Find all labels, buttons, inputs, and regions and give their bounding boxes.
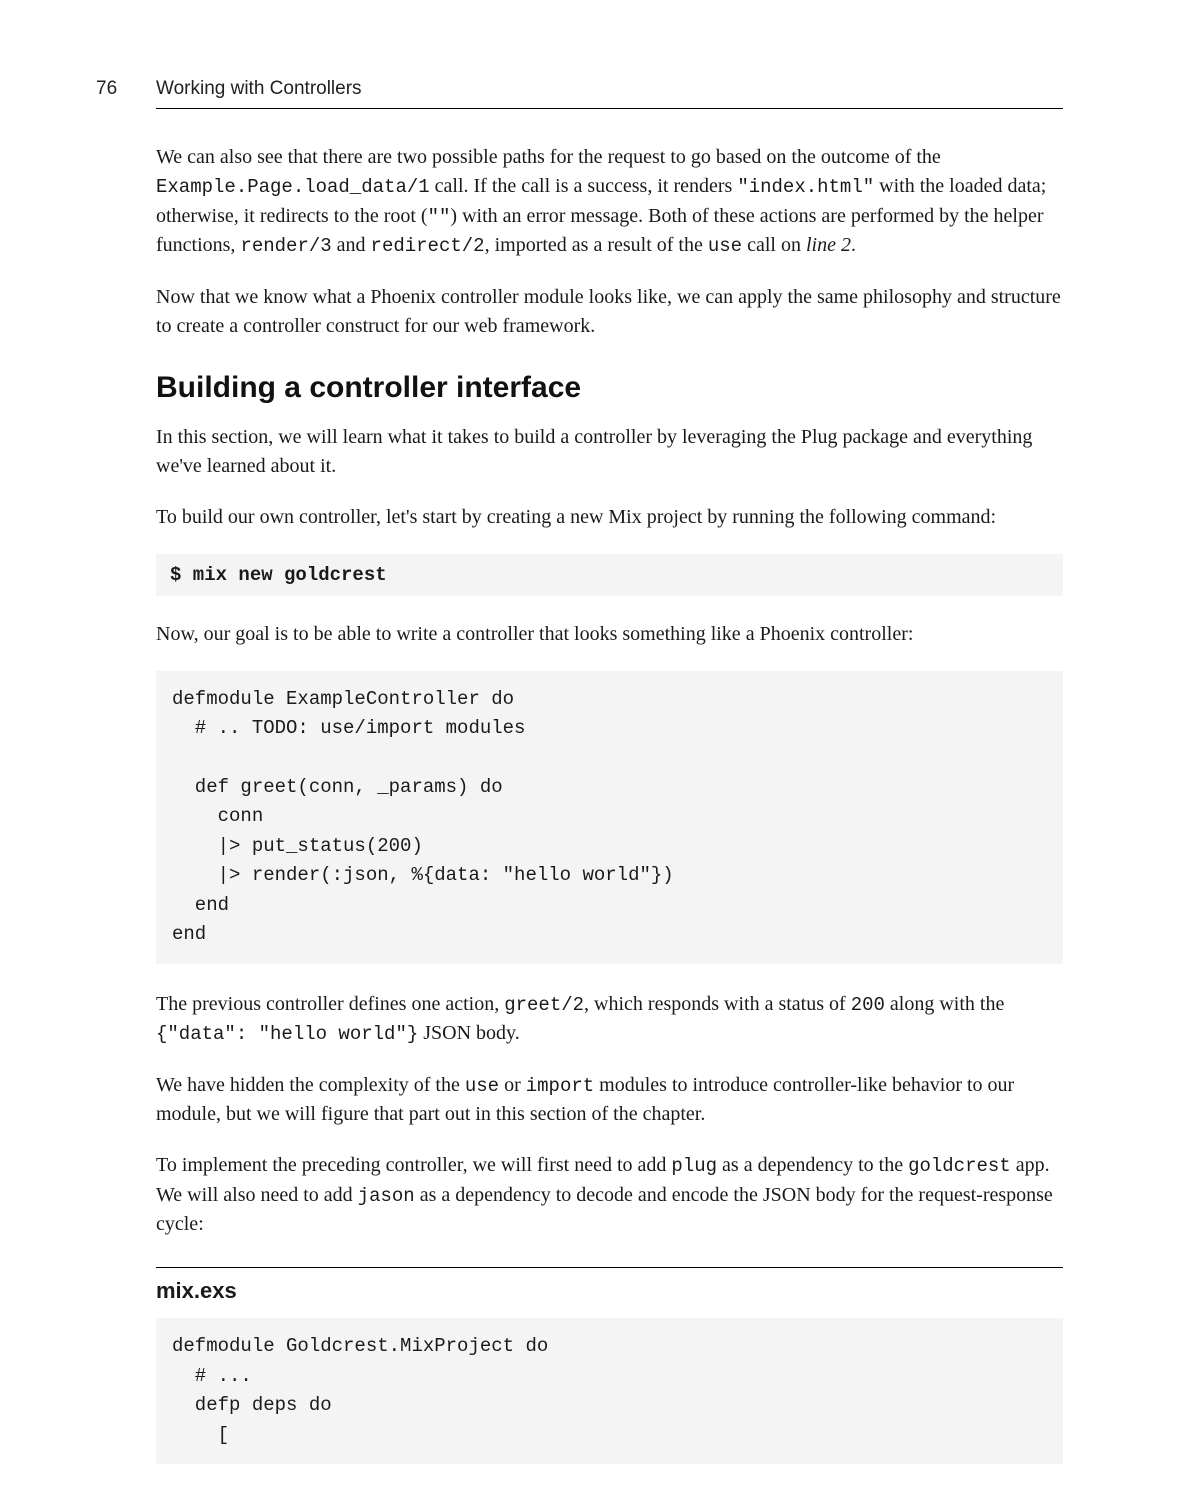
paragraph-6: The previous controller defines one acti… [156, 990, 1063, 1049]
inline-code: "" [428, 206, 451, 228]
text: We have hidden the complexity of the [156, 1074, 465, 1096]
file-rule [156, 1267, 1063, 1268]
paragraph-4: To build our own controller, let's start… [156, 503, 1063, 532]
running-head: Working with Controllers [156, 78, 362, 100]
text: , which responds with a status of [584, 993, 851, 1015]
inline-code: use [708, 235, 742, 257]
inline-code: redirect/2 [371, 235, 485, 257]
inline-code: 200 [851, 994, 885, 1016]
inline-code: greet/2 [504, 994, 584, 1016]
text: , imported as a result of the [485, 234, 708, 256]
page-number: 76 [96, 78, 156, 100]
header-rule [156, 108, 1063, 109]
text: as a dependency to the [717, 1154, 908, 1176]
paragraph-2: Now that we know what a Phoenix controll… [156, 283, 1063, 341]
text: JSON body. [418, 1022, 520, 1044]
text: along with the [885, 993, 1004, 1015]
text: We can also see that there are two possi… [156, 146, 941, 168]
paragraph-1: We can also see that there are two possi… [156, 143, 1063, 261]
paragraph-7: We have hidden the complexity of the use… [156, 1071, 1063, 1130]
code-block-2: defmodule Goldcrest.MixProject do # ... … [156, 1318, 1063, 1464]
inline-code: use [465, 1075, 499, 1097]
inline-code: jason [358, 1185, 415, 1207]
paragraph-8: To implement the preceding controller, w… [156, 1151, 1063, 1239]
inline-code: Example.Page.load_data/1 [156, 176, 430, 198]
italic-text: line 2 [806, 234, 851, 256]
inline-code: {"data": "hello world"} [156, 1023, 418, 1045]
page-content: We can also see that there are two possi… [156, 143, 1063, 1464]
text: . [851, 234, 856, 256]
paragraph-3: In this section, we will learn what it t… [156, 423, 1063, 481]
text: call. If the call is a success, it rende… [430, 175, 738, 197]
inline-code: goldcrest [908, 1155, 1011, 1177]
text: or [499, 1074, 526, 1096]
file-name-heading: mix.exs [156, 1278, 1063, 1304]
inline-code: "index.html" [737, 176, 874, 198]
inline-code: render/3 [240, 235, 331, 257]
text: To implement the preceding controller, w… [156, 1154, 671, 1176]
text: and [332, 234, 371, 256]
inline-code: plug [671, 1155, 717, 1177]
section-heading: Building a controller interface [156, 371, 1063, 405]
text: The previous controller defines one acti… [156, 993, 504, 1015]
page-header: 76 Working with Controllers [96, 78, 1063, 100]
paragraph-5: Now, our goal is to be able to write a c… [156, 620, 1063, 649]
code-block-1: defmodule ExampleController do # .. TODO… [156, 671, 1063, 964]
text: call on [742, 234, 806, 256]
page-container: 76 Working with Controllers We can also … [0, 0, 1203, 1500]
command-block: $ mix new goldcrest [156, 554, 1063, 596]
inline-code: import [526, 1075, 594, 1097]
